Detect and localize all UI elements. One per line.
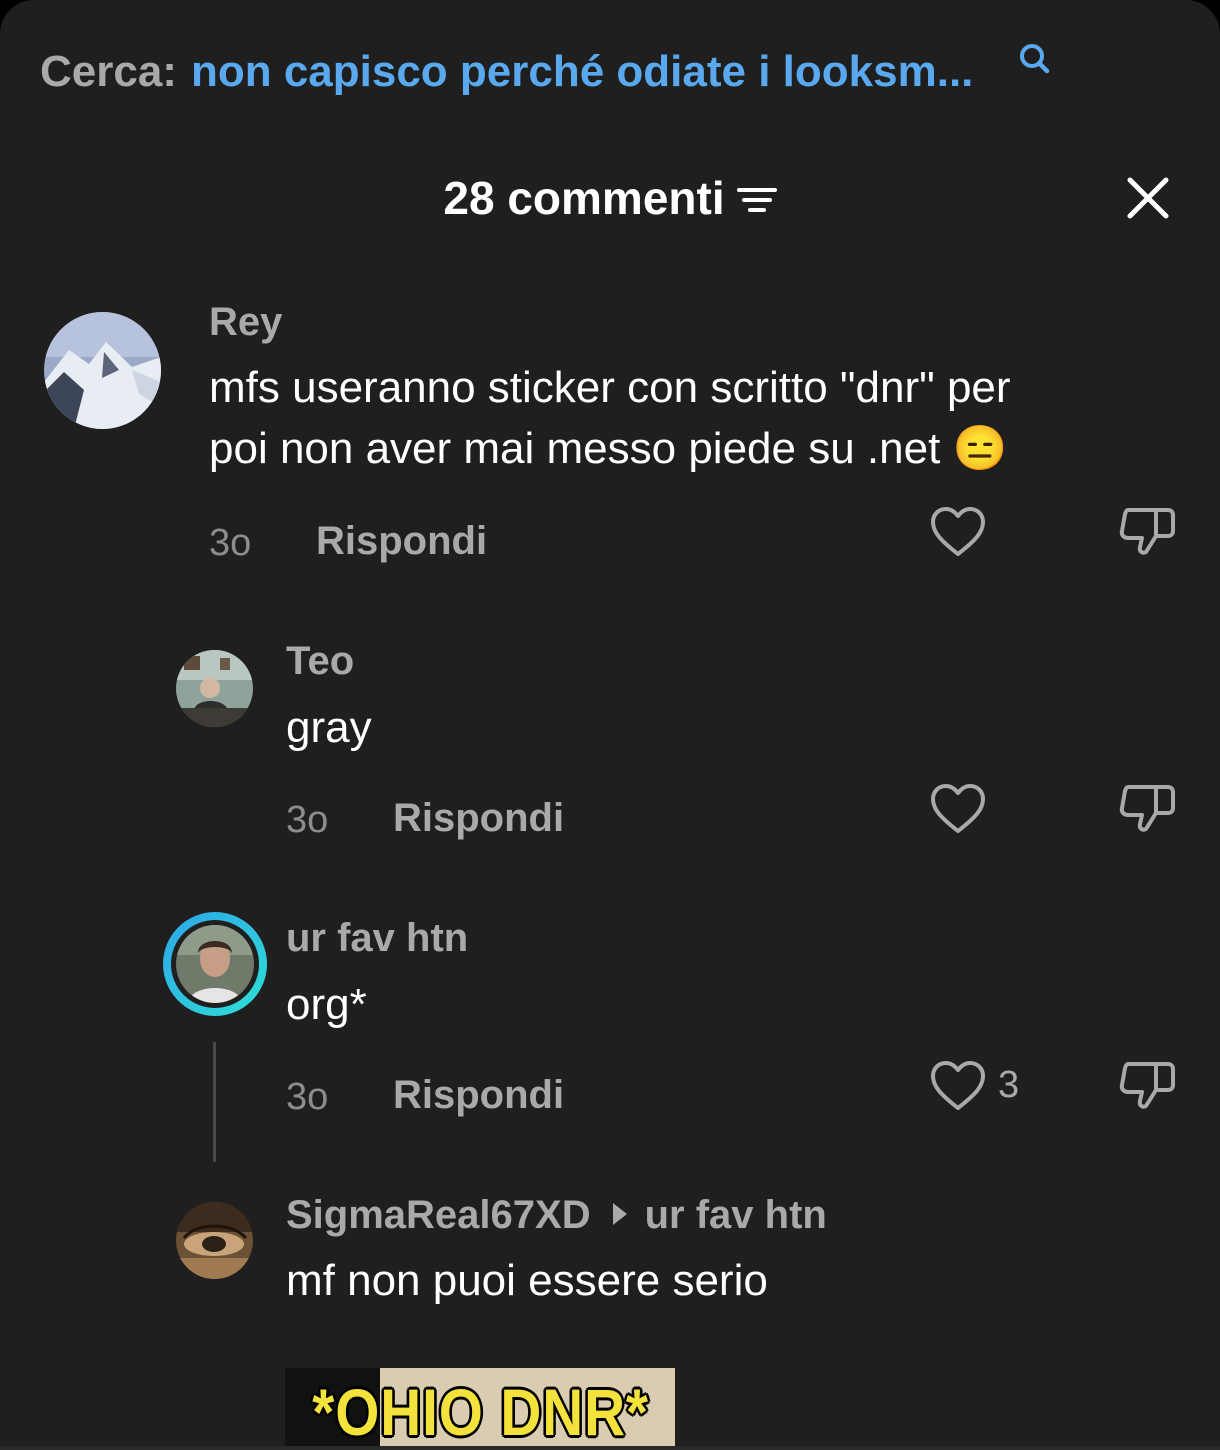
comment-time: 3o <box>286 1076 329 1118</box>
reply-to-arrow-icon <box>612 1203 627 1226</box>
like-count: 3 <box>998 1064 1020 1106</box>
comment-time: 3o <box>209 522 252 564</box>
heart-icon[interactable] <box>930 506 986 558</box>
sticker-text: *OHIO DNR* <box>312 1375 649 1449</box>
comment-text-line-1: mfs useranno sticker con scritto "dnr" p… <box>209 363 1011 412</box>
avatar-rey[interactable] <box>44 312 161 429</box>
comment-username[interactable]: Teo <box>286 639 354 684</box>
search-prefix: Cerca: <box>40 47 177 96</box>
close-icon[interactable] <box>1124 174 1172 222</box>
comments-sheet: Cerca: non capisco perché odiate i looks… <box>0 0 1220 1450</box>
comment-text: mf non puoi essere serio <box>286 1256 768 1305</box>
reply-button[interactable]: Rispondi <box>393 796 564 841</box>
search-query[interactable]: non capisco perché odiate i looksm... <box>191 47 973 97</box>
avatar-story-ring[interactable] <box>163 912 267 1016</box>
heart-icon[interactable] <box>930 783 986 835</box>
dislike-icon[interactable] <box>1118 504 1176 558</box>
comment-time: 3o <box>286 799 329 841</box>
comment-username[interactable]: Rey <box>209 300 282 345</box>
comment-text: gray <box>286 703 372 752</box>
comment-username[interactable]: ur fav htn <box>286 916 468 961</box>
comment-username[interactable]: SigmaReal67XD <box>286 1193 591 1237</box>
reply-to-username[interactable]: ur fav htn <box>645 1193 827 1237</box>
reply-button[interactable]: Rispondi <box>393 1073 564 1118</box>
comment-text: org* <box>286 980 367 1029</box>
comments-header: 28 commenti <box>0 168 1220 228</box>
avatar-sigmareal67xd[interactable] <box>176 1202 253 1279</box>
sort-filter-icon[interactable] <box>736 184 777 218</box>
thread-line <box>213 1042 216 1162</box>
heart-icon[interactable] <box>930 1060 986 1112</box>
search-icon[interactable] <box>1016 40 1054 78</box>
sticker-image[interactable]: *OHIO DNR* <box>285 1368 675 1450</box>
bottom-edge <box>0 1446 1220 1450</box>
dislike-icon[interactable] <box>1118 781 1176 835</box>
avatar-teo[interactable] <box>176 650 253 727</box>
reply-button[interactable]: Rispondi <box>316 519 487 564</box>
search-suggestion[interactable]: Cerca: non capisco perché odiate i looks… <box>40 42 973 102</box>
dislike-icon[interactable] <box>1118 1058 1176 1112</box>
comment-username-with-reply[interactable]: SigmaReal67XD ur fav htn <box>286 1193 827 1238</box>
comments-count-title: 28 commenti <box>443 172 725 224</box>
comment-text-line-2: poi non aver mai messo piede su .net 😑 <box>209 424 1008 473</box>
